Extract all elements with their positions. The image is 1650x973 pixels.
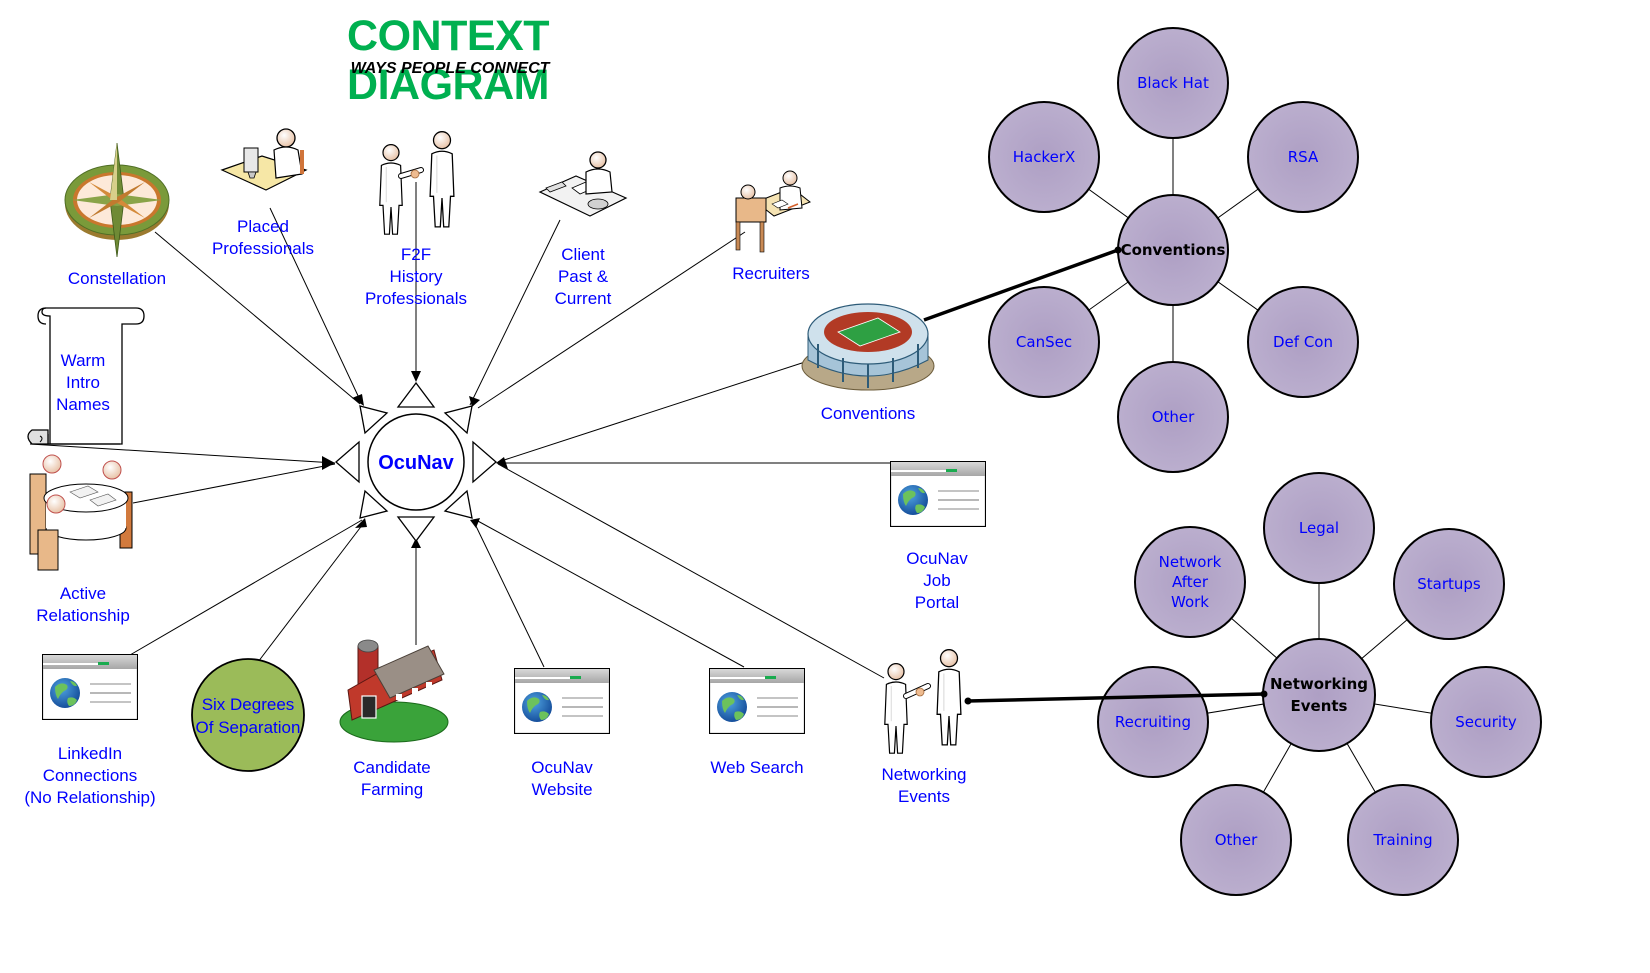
label-networking-events: Networking Events (881, 765, 967, 806)
networking-bubble-startups[interactable]: Startups (1393, 528, 1505, 640)
conventions-bubble-label: RSA (1288, 148, 1319, 166)
link-dot-conventions (1114, 246, 1122, 254)
networking-bubble-label-line2: After (1172, 573, 1209, 591)
networking-bubble-label: Other (1215, 831, 1258, 849)
label-linkedin: LinkedIn Connections (No Relationship) (24, 744, 156, 807)
networking-cluster: Legal Startups Security Training Other Recrui… (1097, 472, 1542, 896)
conventions-bubble-cansec[interactable]: CanSec (988, 286, 1100, 398)
person-at-desk-phone-icon[interactable] (538, 151, 628, 217)
link-dot-networking-hub (1260, 690, 1268, 698)
triangle-left (335, 440, 360, 484)
networking-bubble-label: Recruiting (1115, 713, 1191, 731)
conventions-bubble-black-hat[interactable]: Black Hat (1117, 27, 1229, 139)
networking-hub[interactable]: Networking Events (1262, 638, 1376, 752)
label-job-portal: OcuNav Job Portal (906, 549, 968, 612)
diagram-subtitle: WAYS PEOPLE CONNECT (350, 60, 550, 77)
arrowhead-top-left (352, 394, 364, 406)
web-page-icon-websearch[interactable] (709, 668, 805, 734)
arrowhead-left (322, 456, 335, 470)
connector-warm (29, 443, 336, 464)
conventions-hub-label: Conventions (1121, 241, 1226, 259)
handshake-icon-networking[interactable] (884, 649, 962, 754)
label-web-search: Web Search (710, 758, 804, 777)
connector-active (132, 463, 336, 504)
conventions-bubble-hackerx[interactable]: HackerX (988, 101, 1100, 213)
meeting-table-icon[interactable] (29, 454, 133, 571)
compass-rose-icon[interactable] (64, 142, 170, 258)
connector-client (469, 219, 561, 406)
conventions-bubble-rsa[interactable]: RSA (1247, 101, 1359, 213)
conventions-bubble-other[interactable]: Other (1117, 361, 1229, 473)
conventions-hub[interactable]: Conventions (1117, 194, 1229, 306)
six-degrees-node[interactable]: Six Degrees Of Separation (191, 658, 305, 772)
label-f2f-history: F2F History Professionals (364, 245, 468, 308)
conventions-bubble-label: CanSec (1016, 333, 1072, 351)
connector-websearch (475, 519, 745, 668)
connector-recruiters (477, 231, 746, 409)
link-dot-networking (964, 697, 972, 705)
stadium-icon[interactable] (801, 303, 935, 391)
networking-hub-label-line1: Networking (1270, 675, 1368, 693)
conventions-bubble-label: Black Hat (1137, 74, 1209, 92)
handshake-icon[interactable] (379, 131, 455, 235)
networking-bubble-label-line3: Work (1171, 593, 1209, 611)
label-candidate-farming: Candidate Farming (353, 758, 431, 799)
triangle-top (396, 381, 436, 408)
networking-bubble-recruiting[interactable]: Recruiting (1097, 666, 1209, 778)
connector-netevents (497, 463, 885, 679)
web-page-icon-website[interactable] (514, 668, 610, 734)
context-diagram-canvas: OcuNav Six Degrees Of Separation Black H… (27, 27, 1542, 896)
networking-hub-label-line2: Events (1291, 697, 1348, 715)
connector-linkedin (129, 519, 363, 656)
barn-icon[interactable] (339, 639, 449, 743)
arrowhead-top (411, 371, 421, 382)
networking-bubble-label: Startups (1417, 575, 1481, 593)
networking-bubble-security[interactable]: Security (1430, 666, 1542, 778)
label-client: Client Past & Current (554, 245, 612, 308)
conventions-bubble-label: Other (1152, 408, 1195, 426)
label-conventions: Conventions (820, 404, 916, 423)
triangle-right (472, 440, 497, 484)
networking-bubble-legal[interactable]: Legal (1263, 472, 1375, 584)
label-warm-intro: Warm Intro Names (56, 351, 110, 414)
networking-bubble-label-line1: Network (1159, 553, 1222, 571)
six-degrees-label-line2: Of Separation (196, 718, 301, 737)
networking-hub-circle[interactable] (1262, 638, 1376, 752)
label-recruiters: Recruiters (732, 264, 810, 283)
networking-bubble-label: Training (1372, 831, 1432, 849)
arrowhead-top-right (469, 396, 480, 407)
person-at-desk-icon[interactable] (220, 128, 308, 191)
six-degrees-label-line1: Six Degrees (202, 695, 295, 714)
networking-bubble-label: Security (1455, 713, 1517, 731)
web-page-icon-jobportal[interactable] (890, 461, 986, 527)
networking-bubble-label: Legal (1299, 519, 1339, 537)
label-ocunav-website: OcuNav Website (531, 758, 593, 799)
conventions-cluster: Black Hat RSA Def Con Other CanSec HackerX Con… (988, 27, 1359, 473)
label-constellation: Constellation (67, 269, 167, 288)
connector-sixdeg (257, 523, 364, 663)
web-page-icon-linkedin[interactable] (42, 654, 138, 720)
connector-website (473, 521, 545, 668)
conventions-bubble-label: HackerX (1013, 148, 1076, 166)
connector-conventions (497, 361, 806, 463)
networking-bubble-training[interactable]: Training (1347, 784, 1459, 896)
interview-desk-icon[interactable] (735, 170, 812, 253)
label-active-relationship: Active Relationship (36, 584, 130, 625)
triangle-bottom (396, 516, 436, 543)
networking-bubble-network-after-work[interactable]: Network After Work (1134, 526, 1246, 638)
arrowhead-bottom-right (470, 518, 480, 528)
central-node[interactable]: OcuNav (335, 381, 497, 543)
label-placed-professionals: Placed Professionals (211, 217, 315, 258)
conventions-bubble-label: Def Con (1273, 333, 1333, 351)
networking-bubble-other[interactable]: Other (1180, 784, 1292, 896)
conventions-bubble-def-con[interactable]: Def Con (1247, 286, 1359, 398)
center-label: OcuNav (378, 452, 454, 474)
